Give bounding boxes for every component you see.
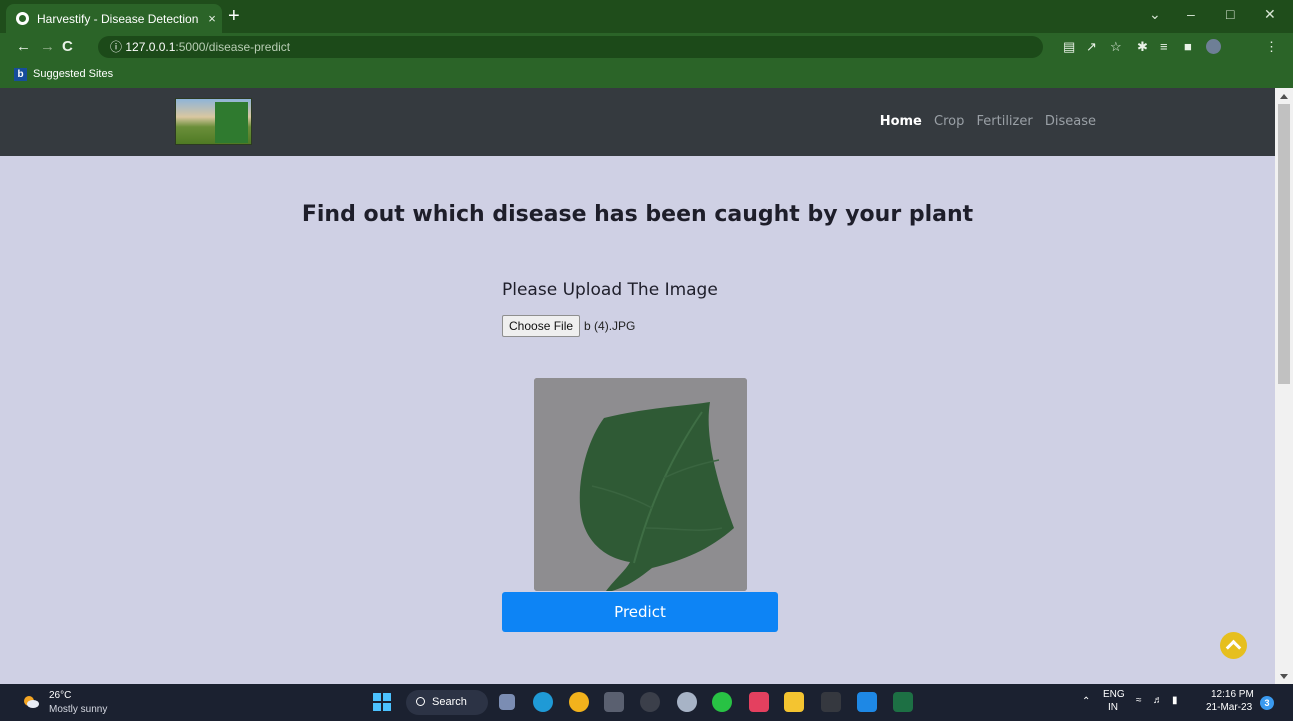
url-host: 127.0.0.1: [125, 40, 176, 54]
page-scrollbar[interactable]: [1275, 88, 1293, 684]
weather-description[interactable]: Mostly sunny: [49, 704, 107, 715]
weather-temperature[interactable]: 26°C: [49, 690, 71, 701]
scroll-down-arrow-icon[interactable]: [1280, 674, 1288, 679]
terminal-icon[interactable]: [604, 692, 624, 712]
site-logo[interactable]: [175, 98, 252, 145]
page-heading: Find out which disease has been caught b…: [301, 202, 974, 227]
whatsapp-icon[interactable]: [712, 692, 732, 712]
notification-badge[interactable]: 3: [1260, 696, 1274, 710]
file-explorer-icon[interactable]: [784, 692, 804, 712]
tab-search-chevron-icon[interactable]: ⌄: [1149, 6, 1161, 23]
tab-close-icon[interactable]: ×: [202, 11, 222, 26]
scroll-to-top-button[interactable]: [1220, 632, 1247, 659]
windows-taskbar: 26°C Mostly sunny Search ⌃ ENG IN ≈ ♬ ▮ …: [0, 684, 1293, 721]
language-top[interactable]: ENG: [1103, 689, 1125, 700]
share-icon[interactable]: ↗: [1086, 39, 1097, 54]
edge-icon[interactable]: [533, 692, 553, 712]
browser-menu-icon[interactable]: ⋮: [1265, 39, 1278, 54]
back-arrow-icon[interactable]: ←: [16, 38, 31, 55]
clock-date[interactable]: 21-Mar-23: [1206, 702, 1252, 713]
vscode-icon[interactable]: [857, 692, 877, 712]
reload-icon[interactable]: C: [62, 38, 73, 55]
language-bottom[interactable]: IN: [1108, 702, 1118, 713]
uploaded-leaf-image: [534, 378, 747, 591]
extensions-icon[interactable]: ✱: [1137, 39, 1148, 54]
nav-fertilizer[interactable]: Fertilizer: [977, 114, 1033, 129]
app-icon[interactable]: [749, 692, 769, 712]
upload-label: Please Upload The Image: [502, 280, 718, 300]
url-path: :5000/disease-predict: [175, 40, 291, 54]
web-page: Home Crop Fertilizer Disease Find out wh…: [0, 88, 1275, 684]
address-toolbar: ← → C ⓘ 127.0.0.1:5000/disease-predict ▤…: [0, 33, 1293, 61]
browser-tab[interactable]: Harvestify - Disease Detection ×: [6, 4, 222, 33]
side-panel-icon[interactable]: ■: [1184, 39, 1192, 54]
new-tab-button[interactable]: +: [228, 6, 240, 26]
taskbar-search-label: Search: [432, 696, 467, 708]
site-info-icon[interactable]: ⓘ: [110, 40, 122, 54]
site-favicon-icon: [16, 12, 29, 25]
profile-avatar-icon[interactable]: [1206, 39, 1221, 54]
forward-arrow-icon[interactable]: →: [40, 38, 55, 55]
bookmarks-bar: b Suggested Sites: [0, 61, 1293, 88]
bookmark-suggested-sites[interactable]: Suggested Sites: [33, 68, 113, 80]
wifi-icon[interactable]: ≈: [1136, 695, 1142, 706]
excel-icon[interactable]: [893, 692, 913, 712]
url-input[interactable]: ⓘ 127.0.0.1:5000/disease-predict: [98, 36, 1043, 58]
nav-disease[interactable]: Disease: [1045, 114, 1096, 129]
clock-time[interactable]: 12:16 PM: [1211, 689, 1254, 700]
task-view-icon[interactable]: [499, 694, 515, 710]
choose-file-button[interactable]: Choose File: [502, 315, 581, 337]
nav-crop[interactable]: Crop: [934, 114, 964, 129]
settings-gear-icon[interactable]: [677, 692, 697, 712]
chrome-active-icon[interactable]: [821, 692, 841, 712]
reading-list-icon[interactable]: ≡: [1160, 39, 1168, 54]
battery-icon[interactable]: ▮: [1172, 695, 1178, 706]
predict-button[interactable]: Predict: [502, 592, 778, 632]
scrollbar-thumb[interactable]: [1278, 104, 1290, 384]
close-window-icon[interactable]: ✕: [1264, 6, 1276, 23]
site-navbar: Home Crop Fertilizer Disease: [0, 88, 1275, 156]
translate-icon[interactable]: ▤: [1063, 39, 1075, 54]
windows-start-icon[interactable]: [372, 692, 392, 712]
tab-title: Harvestify - Disease Detection: [37, 11, 199, 26]
logo-panel: [215, 102, 248, 143]
minimize-icon[interactable]: –: [1187, 6, 1195, 22]
nav-links: Home Crop Fertilizer Disease: [872, 114, 1096, 129]
file-input[interactable]: Choose File b (4).JPG: [502, 315, 635, 337]
chrome-icon[interactable]: [569, 692, 589, 712]
nav-home[interactable]: Home: [880, 114, 922, 129]
tray-overflow-chevron-icon[interactable]: ⌃: [1082, 696, 1090, 707]
bing-icon: b: [14, 68, 27, 81]
volume-icon[interactable]: ♬: [1153, 695, 1163, 706]
selected-file-name: b (4).JPG: [584, 319, 636, 333]
media-player-icon[interactable]: [640, 692, 660, 712]
restore-icon[interactable]: □: [1226, 6, 1234, 22]
bookmark-star-icon[interactable]: ☆: [1110, 39, 1122, 54]
taskbar-search[interactable]: Search: [406, 690, 488, 715]
weather-sun-cloud-icon[interactable]: [22, 695, 39, 708]
leaf-preview-graphic: [534, 378, 747, 591]
scroll-up-arrow-icon[interactable]: [1280, 94, 1288, 99]
browser-tab-bar: Harvestify - Disease Detection × + ⌄ – □…: [0, 0, 1293, 33]
